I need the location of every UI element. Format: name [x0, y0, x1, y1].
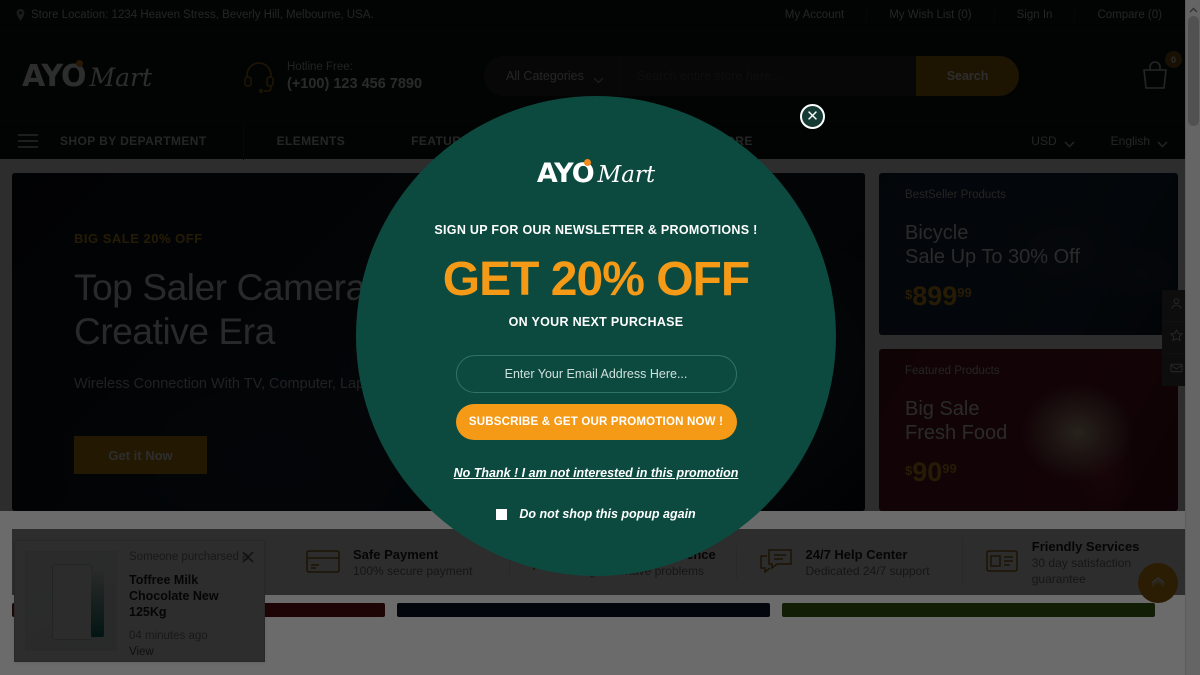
close-circle-icon: [807, 108, 818, 126]
modal-subline: ON YOUR NEXT PURCHASE: [508, 315, 684, 329]
dont-show-label: Do not shop this popup again: [519, 507, 696, 521]
dont-show-again-toggle[interactable]: Do not shop this popup again: [496, 507, 696, 521]
logo-text-main: AYO: [536, 158, 595, 189]
modal-signup-line: SIGN UP FOR OUR NEWSLETTER & PROMOTIONS …: [434, 223, 758, 237]
subscribe-button[interactable]: SUBSCRIBE & GET OUR PROMOTION NOW !: [455, 404, 737, 440]
modal-headline: GET 20% OFF: [442, 253, 750, 306]
newsletter-email-input[interactable]: [455, 355, 737, 393]
page-root: Store Location: 1234 Heaven Stress, Beve…: [0, 0, 1200, 675]
no-thanks-link[interactable]: No Thank ! I am not interested in this p…: [454, 466, 739, 480]
logo-text-script: Mart: [597, 162, 656, 188]
newsletter-popup-modal: AYO Mart SIGN UP FOR OUR NEWSLETTER & PR…: [356, 96, 836, 576]
modal-close-button[interactable]: [800, 104, 825, 129]
modal-logo: AYO Mart: [537, 158, 655, 189]
dont-show-checkbox[interactable]: [496, 508, 508, 520]
logo-dot-icon: [583, 159, 591, 166]
